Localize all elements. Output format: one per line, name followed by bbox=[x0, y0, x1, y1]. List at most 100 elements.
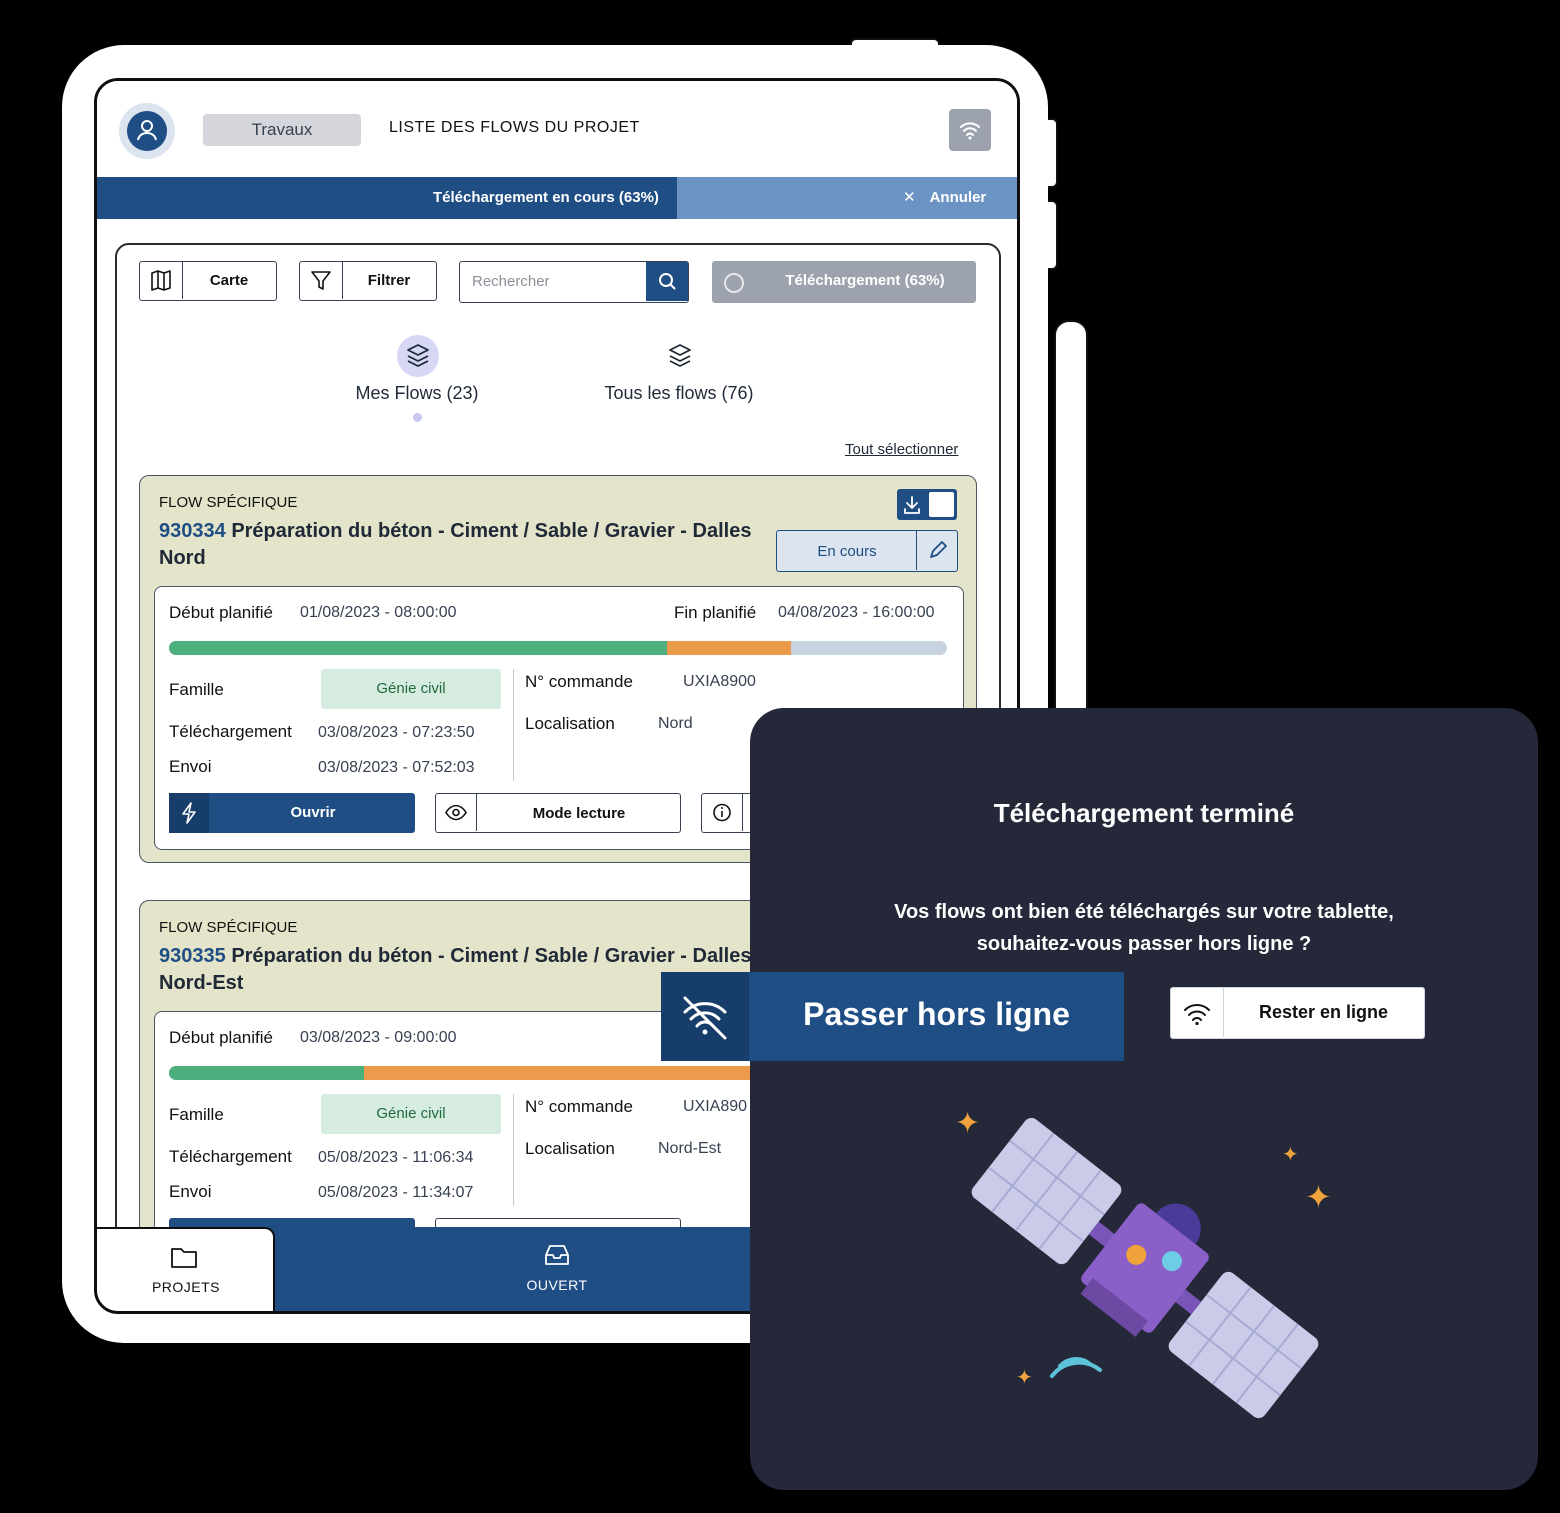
flow-number: 930335 bbox=[159, 945, 226, 967]
info-icon-box bbox=[702, 794, 743, 831]
flow-kind: FLOW SPÉCIFIQUE bbox=[159, 494, 298, 511]
send-date-label: Envoi bbox=[169, 1182, 212, 1201]
download-complete-dialog: Téléchargement terminé Vos flows ont bie… bbox=[750, 708, 1538, 1490]
wifi-off-icon bbox=[683, 996, 727, 1040]
layers-icon bbox=[407, 344, 429, 367]
cancel-download-button[interactable]: ✕ Annuler bbox=[903, 188, 986, 206]
progress-done bbox=[169, 641, 667, 655]
download-date-value: 03/08/2023 - 07:23:50 bbox=[318, 724, 475, 741]
layers-icon bbox=[669, 344, 691, 367]
tab-my-flows-icon-bg bbox=[397, 335, 439, 377]
start-label: Début planifié bbox=[169, 1028, 273, 1047]
cancel-label: Annuler bbox=[929, 189, 987, 206]
download-status-button[interactable]: Téléchargement (63%) bbox=[712, 261, 976, 303]
page-title: LISTE DES FLOWS DU PROJET bbox=[389, 119, 640, 136]
tab-active-indicator bbox=[413, 413, 422, 422]
search-button[interactable] bbox=[646, 262, 688, 301]
read-mode-button[interactable]: Mode lecture bbox=[435, 793, 681, 833]
order-value: UXIA890 bbox=[683, 1098, 748, 1115]
map-button[interactable]: Carte bbox=[139, 261, 277, 301]
go-offline-icon-box bbox=[661, 972, 749, 1061]
map-icon bbox=[151, 270, 171, 291]
order-label: N° commande bbox=[525, 672, 633, 691]
famille-chip: Génie civil bbox=[321, 1094, 501, 1134]
search-placeholder: Rechercher bbox=[472, 273, 550, 290]
wifi-icon bbox=[960, 122, 980, 140]
divider bbox=[513, 1094, 514, 1206]
location-value: Nord-Est bbox=[658, 1140, 722, 1157]
user-icon bbox=[137, 120, 157, 141]
tab-all-flows[interactable]: Tous les flows (76) bbox=[579, 335, 779, 425]
map-button-label: Carte bbox=[209, 272, 249, 289]
end-value: 04/08/2023 - 16:00:00 bbox=[778, 604, 935, 621]
download-date-label: Téléchargement bbox=[169, 722, 292, 741]
edit-status-button[interactable] bbox=[916, 531, 957, 570]
order-label: N° commande bbox=[525, 1097, 633, 1116]
flow-title-text: Préparation du béton - Ciment / Sable / … bbox=[159, 520, 752, 569]
status-label: En cours bbox=[817, 543, 877, 560]
location-value: Nord bbox=[658, 715, 693, 732]
send-date-value: 03/08/2023 - 07:52:03 bbox=[318, 759, 475, 776]
tab-all-flows-icon-bg bbox=[659, 335, 701, 377]
filter-button-label: Filtrer bbox=[367, 272, 411, 289]
progress-done bbox=[169, 1066, 364, 1080]
nav-projects-label: PROJETS bbox=[151, 1279, 221, 1295]
start-value: 03/08/2023 - 09:00:00 bbox=[300, 1029, 457, 1046]
nav-open-label: OUVERT bbox=[526, 1277, 588, 1293]
start-label: Début planifié bbox=[169, 603, 273, 622]
end-label: Fin planifié bbox=[674, 603, 757, 622]
download-date-label: Téléchargement bbox=[169, 1147, 292, 1166]
tab-my-flows-label: Mes Flows (23) bbox=[355, 383, 479, 403]
download-icon bbox=[904, 496, 920, 514]
stay-online-label: Rester en ligne bbox=[1258, 1002, 1389, 1022]
nav-open[interactable]: OUVERT bbox=[467, 1227, 647, 1311]
famille-label: Famille bbox=[169, 1105, 224, 1124]
dialog-message: Vos flows ont bien été téléchargés sur v… bbox=[810, 896, 1478, 960]
spinner-icon bbox=[724, 273, 744, 293]
location-label: Localisation bbox=[525, 1139, 615, 1158]
read-mode-label: Mode lecture bbox=[532, 805, 626, 822]
nav-projects[interactable]: PROJETS bbox=[97, 1227, 275, 1311]
download-progress-label: Téléchargement en cours (63%) bbox=[433, 189, 659, 206]
info-icon bbox=[713, 803, 731, 822]
open-button-label: Ouvrir bbox=[290, 804, 336, 821]
download-toggle[interactable] bbox=[897, 489, 957, 520]
open-button[interactable]: Ouvrir bbox=[169, 793, 415, 833]
flow-kind: FLOW SPÉCIFIQUE bbox=[159, 919, 298, 936]
satellite-illustration bbox=[971, 1117, 1319, 1419]
tab-my-flows[interactable]: Mes Flows (23) bbox=[317, 335, 517, 425]
project-tag[interactable]: Travaux bbox=[203, 114, 361, 146]
tab-all-flows-label: Tous les flows (76) bbox=[604, 383, 754, 403]
send-date-value: 05/08/2023 - 11:34:07 bbox=[318, 1184, 474, 1201]
download-status-label: Téléchargement (63%) bbox=[785, 272, 945, 289]
sparkle-icon: ✦ bbox=[1016, 1367, 1033, 1389]
inbox-icon bbox=[545, 1245, 569, 1265]
lightning-icon bbox=[182, 802, 196, 824]
wifi-status-button[interactable] bbox=[949, 109, 991, 151]
folder-icon bbox=[171, 1248, 197, 1268]
app-header: Travaux LISTE DES FLOWS DU PROJET bbox=[97, 81, 1017, 179]
eye-icon bbox=[445, 804, 467, 821]
stay-online-button[interactable]: Rester en ligne bbox=[1170, 987, 1425, 1039]
status-badge[interactable]: En cours bbox=[776, 530, 958, 572]
stylus-pen bbox=[1054, 320, 1088, 724]
flow-progress-bar bbox=[169, 641, 947, 655]
download-progress-bar: Téléchargement en cours (63%) ✕ Annuler bbox=[97, 177, 1017, 219]
sparkle-icon: ✦ bbox=[1305, 1179, 1332, 1215]
toggle-knob bbox=[929, 492, 954, 517]
download-date-value: 05/08/2023 - 11:06:34 bbox=[318, 1149, 474, 1166]
sparkle-icon: ✦ bbox=[955, 1107, 981, 1140]
famille-label: Famille bbox=[169, 680, 224, 699]
dialog-message-line2: souhaitez-vous passer hors ligne ? bbox=[976, 933, 1312, 955]
go-offline-button[interactable]: Passer hors ligne bbox=[661, 972, 1124, 1061]
select-all-link[interactable]: Tout sélectionner bbox=[845, 441, 958, 458]
stay-online-icon-box bbox=[1171, 988, 1224, 1037]
divider bbox=[513, 669, 514, 781]
send-date-label: Envoi bbox=[169, 757, 212, 776]
avatar[interactable] bbox=[119, 103, 175, 159]
location-label: Localisation bbox=[525, 714, 615, 733]
start-value: 01/08/2023 - 08:00:00 bbox=[300, 604, 457, 621]
filter-button[interactable]: Filtrer bbox=[299, 261, 437, 301]
filter-icon bbox=[311, 271, 331, 290]
search-input[interactable]: Rechercher bbox=[459, 261, 689, 303]
